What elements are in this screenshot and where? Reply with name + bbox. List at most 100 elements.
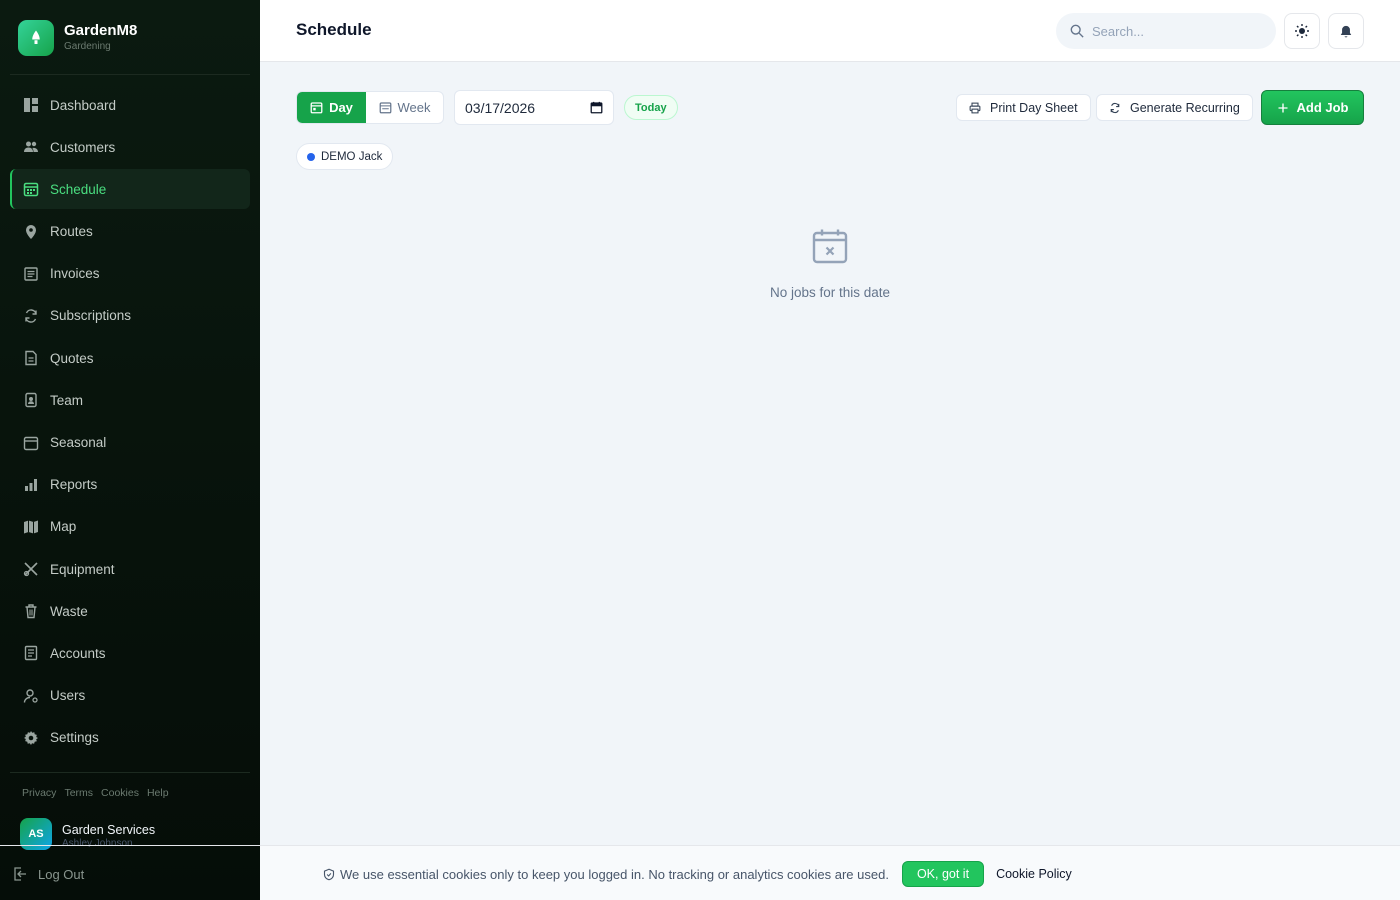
date-picker-input[interactable]: 03/17/2026 [454, 90, 614, 125]
user-name: Garden Services [62, 822, 156, 837]
staff-filter-chip[interactable]: DEMO Jack [296, 143, 394, 170]
ledger-icon [24, 646, 38, 661]
sidebar-item-equipment[interactable]: Equipment [10, 549, 250, 589]
sidebar: GardenM8 Gardening Dashboard Customers S… [0, 0, 260, 900]
empty-state-text: No jobs for this date [769, 285, 891, 300]
print-day-sheet-button[interactable]: Print Day Sheet [956, 94, 1091, 121]
help-link[interactable]: Help [147, 787, 169, 799]
sidebar-item-waste[interactable]: Waste [10, 591, 250, 631]
sidebar-item-settings[interactable]: Settings [10, 718, 250, 758]
today-button[interactable]: Today [624, 95, 678, 120]
sidebar-item-label: Seasonal [50, 435, 107, 450]
sidebar-item-customers[interactable]: Customers [10, 127, 250, 167]
gear-icon [24, 730, 38, 745]
search-icon [1070, 24, 1084, 38]
brand-subtitle: Gardening [64, 41, 111, 52]
cookies-link[interactable]: Cookies [101, 787, 139, 799]
view-toggle: Day Week [296, 91, 444, 124]
sidebar-item-label: Team [50, 392, 84, 408]
sidebar-footer-links: Privacy Terms Cookies Help [22, 787, 169, 799]
document-icon [25, 350, 37, 366]
sidebar-item-label: Equipment [50, 561, 115, 577]
cookie-policy-link[interactable]: Cookie Policy [996, 867, 1072, 881]
plus-icon [1278, 103, 1287, 112]
day-label: Day [329, 100, 353, 115]
shield-icon [323, 868, 335, 880]
calendar-small-icon [23, 436, 39, 450]
brand-logo-icon [18, 20, 54, 56]
user-icon [23, 688, 38, 703]
calendar-icon [23, 183, 39, 197]
cookie-text: We use essential cookies only to keep yo… [340, 866, 889, 882]
calendar-picker-icon[interactable] [590, 101, 603, 114]
sidebar-item-users[interactable]: Users [10, 676, 250, 716]
sidebar-item-seasonal[interactable]: Seasonal [10, 423, 250, 463]
logout-button[interactable]: Log Out [12, 866, 84, 882]
generate-label: Generate Recurring [1130, 100, 1240, 115]
sidebar-item-label: Customers [50, 139, 116, 155]
cookie-banner: We use essential cookies only to keep yo… [260, 845, 1400, 900]
users-icon [24, 141, 38, 153]
sidebar-item-label: Dashboard [50, 97, 117, 113]
sidebar-item-label: Invoices [50, 266, 100, 282]
sun-icon [1295, 24, 1309, 38]
trash-icon [25, 604, 37, 619]
tools-icon [23, 562, 38, 577]
sidebar-item-label: Quotes [50, 350, 94, 366]
brand-name: GardenM8 [64, 22, 138, 39]
sidebar-item-invoices[interactable]: Invoices [10, 254, 250, 294]
generate-recurring-button[interactable]: Generate Recurring [1096, 94, 1253, 121]
cookie-message: We use essential cookies only to keep yo… [323, 867, 889, 882]
week-label: Week [397, 100, 431, 115]
top-header: Schedule [260, 0, 1400, 62]
theme-toggle-button[interactable] [1284, 13, 1320, 49]
sidebar-item-quotes[interactable]: Quotes [10, 338, 250, 378]
logout-divider [0, 845, 260, 846]
add-job-button[interactable]: Add Job [1261, 90, 1364, 125]
refresh-icon [25, 309, 37, 323]
sidebar-item-subscriptions[interactable]: Subscriptions [10, 296, 250, 336]
invoice-icon [24, 267, 38, 281]
date-value: 03/17/2026 [465, 99, 536, 116]
calendar-day-icon [310, 102, 323, 114]
terms-link[interactable]: Terms [64, 787, 93, 799]
sidebar-item-reports[interactable]: Reports [10, 465, 250, 505]
sidebar-item-label: Settings [50, 730, 99, 746]
logout-icon [14, 867, 26, 881]
sidebar-item-map[interactable]: Map [10, 507, 250, 547]
cookie-accept-button[interactable]: OK, got it [901, 861, 985, 887]
chip-label: DEMO Jack [321, 150, 383, 163]
sidebar-item-label: Users [50, 688, 86, 704]
calendar-x-icon [812, 228, 848, 269]
calendar-week-icon [379, 102, 391, 114]
sidebar-item-label: Waste [50, 603, 88, 619]
day-view-button[interactable]: Day [297, 92, 366, 123]
add-job-label: Add Job [1296, 100, 1349, 115]
notifications-button[interactable] [1328, 13, 1364, 49]
bell-icon [1340, 25, 1352, 37]
sidebar-divider [10, 772, 250, 773]
sidebar-item-routes[interactable]: Routes [10, 212, 250, 252]
sidebar-item-label: Subscriptions [50, 308, 132, 324]
sidebar-item-dashboard[interactable]: Dashboard [10, 85, 250, 125]
printer-icon [969, 102, 981, 113]
search-input[interactable] [1092, 23, 1262, 39]
sidebar-item-label: Map [50, 519, 77, 535]
brand[interactable]: GardenM8 Gardening [18, 20, 137, 56]
chip-color-dot [307, 152, 315, 161]
map-icon [24, 520, 38, 534]
page-title: Schedule [296, 20, 372, 39]
bar-chart-icon [25, 478, 37, 491]
sidebar-item-label: Schedule [50, 181, 107, 197]
sidebar-item-accounts[interactable]: Accounts [10, 633, 250, 673]
sidebar-item-label: Accounts [50, 645, 106, 661]
sidebar-item-team[interactable]: Team [10, 380, 250, 420]
search-box[interactable] [1056, 13, 1276, 49]
dashboard-icon [24, 98, 38, 112]
sidebar-item-label: Reports [50, 477, 98, 493]
privacy-link[interactable]: Privacy [22, 787, 56, 799]
sidebar-divider [10, 74, 250, 75]
week-view-button[interactable]: Week [366, 92, 443, 123]
sidebar-item-schedule[interactable]: Schedule [10, 169, 250, 210]
sidebar-nav: Dashboard Customers Schedule Routes Invo… [10, 85, 250, 760]
